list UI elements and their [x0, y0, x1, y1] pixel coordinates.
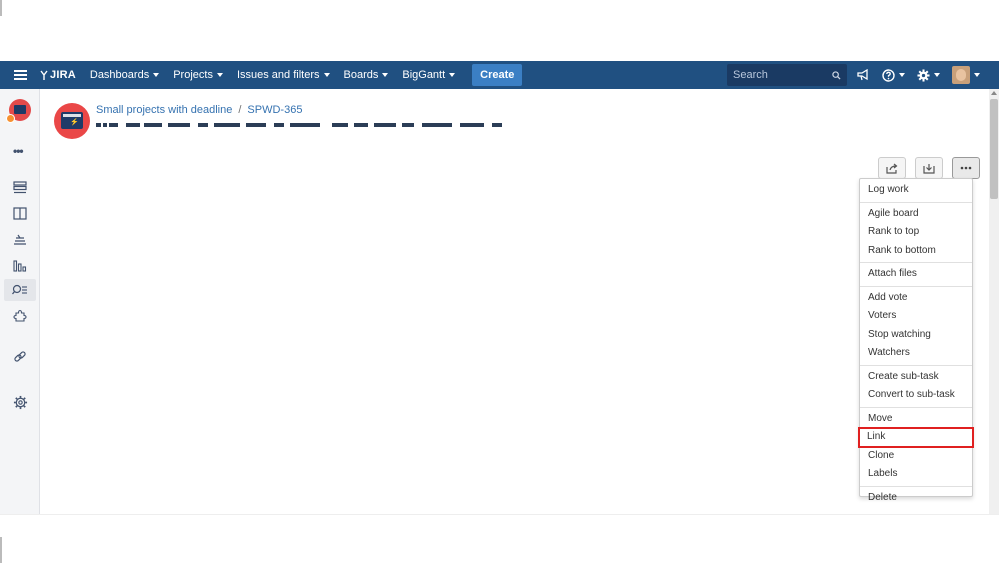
share-icon [886, 163, 898, 174]
nav-biggantt[interactable]: BigGantt [402, 69, 456, 81]
nav-dashboards[interactable]: Dashboards [89, 69, 160, 81]
scroll-up-icon[interactable] [991, 91, 997, 95]
search-input[interactable]: Search [727, 64, 847, 86]
add-ons-icon[interactable] [12, 308, 28, 324]
chevron-down-icon [216, 73, 223, 77]
settings-icon[interactable] [917, 68, 940, 82]
menu-item-log-work[interactable]: Log work [860, 181, 972, 200]
menu-item-labels[interactable]: Labels [860, 465, 972, 484]
project-shortcut-icon[interactable] [12, 349, 28, 365]
issue-toolbar [878, 157, 980, 179]
bottom-whitespace [0, 514, 999, 563]
jira-logo-icon [40, 70, 48, 80]
user-avatar[interactable] [952, 66, 980, 84]
jira-logo[interactable]: JIRA [40, 69, 76, 81]
nav-projects[interactable]: Projects [173, 69, 223, 81]
menu-group: Agile board Rank to top Rank to bottom [860, 203, 972, 263]
jira-logo-text: JIRA [50, 69, 76, 81]
menu-group: Move Link Clone Labels [858, 408, 974, 487]
more-actions-dropdown: Log work Agile board Rank to top Rank to… [858, 178, 974, 503]
search-icon [832, 70, 841, 80]
window-edge [0, 0, 2, 16]
project-settings-icon[interactable] [12, 394, 28, 410]
menu-item-voters[interactable]: Voters [860, 307, 972, 326]
menu-item-create-sub-task[interactable]: Create sub-task [860, 368, 972, 387]
menu-item-convert-to-sub-task[interactable]: Convert to sub-task [860, 386, 972, 405]
more-actions-button[interactable] [952, 157, 980, 179]
nav-issues-and-filters[interactable]: Issues and filters [237, 69, 330, 81]
issue-view: ⚡ Small projects with deadline / SPWD-36… [41, 89, 989, 514]
nav-dashboards-label: Dashboards [89, 69, 150, 81]
share-button[interactable] [878, 157, 906, 179]
backlog-icon[interactable] [12, 179, 28, 195]
top-navbar: JIRA Dashboards Projects Issues and filt… [0, 61, 999, 89]
nav-projects-label: Projects [173, 69, 213, 81]
create-button[interactable]: Create [472, 64, 523, 86]
nav-boards-label: Boards [343, 69, 379, 81]
chevron-down-icon [382, 73, 389, 77]
project-sidebar: ••• [0, 89, 40, 514]
project-avatar-large: ⚡ [54, 103, 90, 139]
megaphone-icon[interactable] [857, 69, 870, 81]
nav-issues-label: Issues and filters [236, 69, 320, 81]
menu-item-move[interactable]: Move [860, 410, 972, 429]
search-placeholder: Search [733, 69, 768, 81]
scrollbar-thumb[interactable] [990, 99, 998, 199]
breadcrumb-project-link[interactable]: Small projects with deadline [96, 104, 232, 116]
avatar-image [952, 66, 970, 84]
menu-item-rank-to-bottom[interactable]: Rank to bottom [860, 242, 972, 261]
menu-group: Log work [860, 179, 972, 203]
project-badge-icon [6, 114, 15, 123]
export-button[interactable] [915, 157, 943, 179]
chevron-down-icon [899, 73, 905, 77]
export-icon [923, 163, 935, 174]
releases-icon[interactable] [12, 231, 28, 247]
menu-item-clone[interactable]: Clone [860, 447, 972, 466]
vertical-scrollbar[interactable] [989, 89, 999, 514]
breadcrumb-separator: / [238, 104, 242, 116]
menu-item-stop-watching[interactable]: Stop watching [860, 326, 972, 345]
board-icon[interactable] [12, 205, 28, 221]
breadcrumb-issue-key-link[interactable]: SPWD-365 [247, 104, 302, 116]
menu-item-link[interactable]: Link [858, 427, 974, 448]
reports-icon[interactable] [12, 257, 28, 273]
chevron-down-icon [449, 73, 456, 77]
menu-item-add-vote[interactable]: Add vote [860, 289, 972, 308]
top-whitespace [0, 0, 999, 61]
menu-item-delete[interactable]: Delete [860, 489, 972, 508]
menu-group: Delete [860, 487, 972, 510]
chevron-down-icon [974, 73, 980, 77]
issues-icon[interactable] [4, 279, 36, 301]
more-icon[interactable]: ••• [13, 144, 24, 158]
menu-group: Create sub-task Convert to sub-task [860, 366, 972, 408]
menu-item-agile-board[interactable]: Agile board [860, 205, 972, 224]
app-switcher-menu-icon[interactable] [0, 61, 40, 89]
menu-item-rank-to-top[interactable]: Rank to top [860, 223, 972, 242]
chevron-down-icon [323, 73, 330, 77]
help-icon[interactable] [882, 68, 905, 82]
menu-group: Attach files [860, 263, 972, 287]
menu-item-attach-files[interactable]: Attach files [860, 265, 972, 284]
chevron-down-icon [153, 73, 160, 77]
window-edge [0, 537, 2, 563]
issue-summary-clipped [96, 122, 504, 128]
nav-boards[interactable]: Boards [344, 69, 389, 81]
menu-item-watchers[interactable]: Watchers [860, 344, 972, 363]
more-icon [960, 166, 972, 170]
menu-group: Add vote Voters Stop watching Watchers [860, 287, 972, 366]
nav-biggantt-label: BigGantt [402, 69, 446, 81]
breadcrumb: Small projects with deadline / SPWD-365 [96, 104, 302, 116]
chevron-down-icon [934, 73, 940, 77]
